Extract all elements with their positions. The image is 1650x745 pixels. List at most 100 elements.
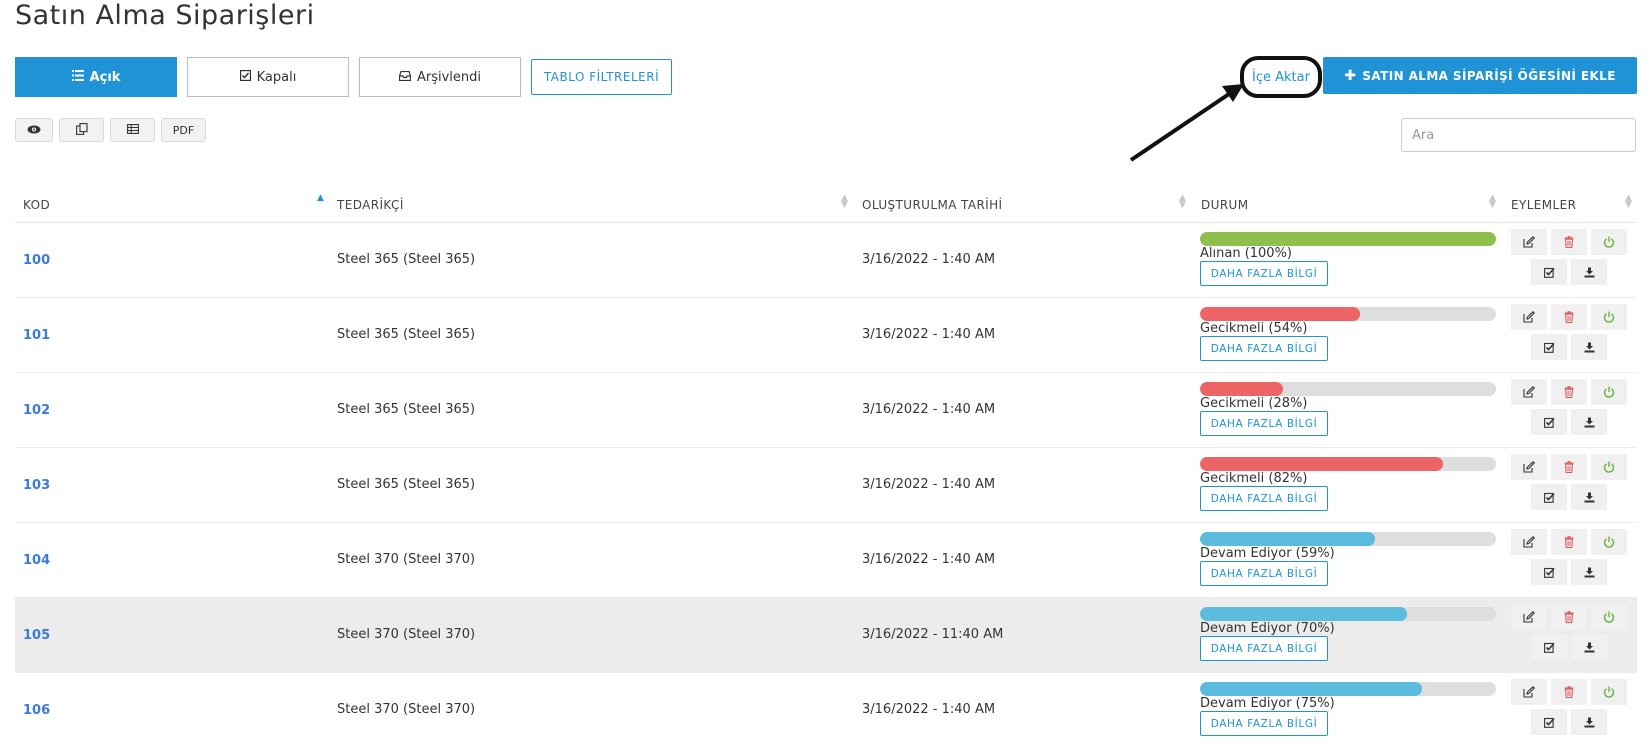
status-text: Devam Ediyor (59%)	[1200, 546, 1335, 561]
created-date-cell: 3/16/2022 - 1:40 AM	[862, 327, 996, 342]
row-actions	[1511, 454, 1637, 512]
supplier-cell: Steel 365 (Steel 365)	[337, 327, 476, 342]
table-row: 105 Steel 370 (Steel 370) 3/16/2022 - 11:4…	[15, 598, 1637, 673]
more-info-button[interactable]: DAHA FAZLA BİLGİ	[1200, 711, 1328, 736]
more-info-button[interactable]: DAHA FAZLA BİLGİ	[1200, 636, 1328, 661]
tab-archived-label: Arşivlendi	[416, 69, 482, 85]
power-icon[interactable]	[1591, 454, 1627, 480]
column-header-supplier[interactable]: TEDARİKÇİ	[337, 198, 404, 212]
check-square-icon[interactable]	[1531, 634, 1567, 660]
order-code-link[interactable]: 104	[23, 553, 50, 568]
status-progress-fill	[1200, 682, 1422, 696]
check-square-icon[interactable]	[1531, 709, 1567, 735]
download-icon[interactable]	[1571, 484, 1607, 510]
more-info-button[interactable]: DAHA FAZLA BİLGİ	[1200, 561, 1328, 586]
edit-icon[interactable]	[1511, 379, 1547, 405]
trash-icon[interactable]	[1551, 229, 1587, 255]
supplier-cell: Steel 365 (Steel 365)	[337, 252, 476, 267]
order-code-link[interactable]: 101	[23, 328, 50, 343]
edit-icon[interactable]	[1511, 679, 1547, 705]
status-text: Devam Ediyor (75%)	[1200, 696, 1335, 711]
table-header: KOD ▲ TEDARİKÇİ ▲ ▼ OLUŞTURULMA TARİHİ ▲ ▼…	[15, 188, 1637, 223]
edit-icon[interactable]	[1511, 454, 1547, 480]
more-info-button[interactable]: DAHA FAZLA BİLGİ	[1200, 411, 1328, 436]
pdf-export-button[interactable]: PDF	[161, 118, 206, 142]
check-square-icon[interactable]	[1531, 259, 1567, 285]
sort-icon[interactable]: ▲ ▼	[1489, 194, 1496, 210]
trash-icon[interactable]	[1551, 304, 1587, 330]
order-code-link[interactable]: 100	[23, 253, 50, 268]
status-progress-bar	[1200, 307, 1496, 321]
status-progress-bar	[1200, 532, 1496, 546]
order-code-link[interactable]: 105	[23, 628, 50, 643]
trash-icon[interactable]	[1551, 454, 1587, 480]
more-info-button[interactable]: DAHA FAZLA BİLGİ	[1200, 336, 1328, 361]
status-text: Alınan (100%)	[1200, 246, 1293, 261]
column-header-actions: EYLEMLER	[1511, 198, 1577, 212]
power-icon[interactable]	[1591, 304, 1627, 330]
add-purchase-order-label: SATIN ALMA SİPARİŞİ ÖĞESİNİ EKLE	[1362, 68, 1616, 83]
tab-open[interactable]: Açık	[15, 57, 177, 97]
sort-icon[interactable]: ▲ ▼	[1625, 194, 1632, 210]
status-text: Gecikmeli (54%)	[1200, 321, 1308, 336]
table-body: 100 Steel 365 (Steel 365) 3/16/2022 - 1:40…	[15, 223, 1637, 745]
search-input[interactable]	[1401, 118, 1636, 152]
sort-asc-icon[interactable]: ▲	[317, 194, 324, 203]
edit-icon[interactable]	[1511, 529, 1547, 555]
more-info-button[interactable]: DAHA FAZLA BİLGİ	[1200, 261, 1328, 286]
tab-closed[interactable]: Kapalı	[187, 57, 349, 97]
column-header-created[interactable]: OLUŞTURULMA TARİHİ	[862, 198, 1002, 212]
trash-icon[interactable]	[1551, 529, 1587, 555]
excel-export-button[interactable]	[110, 118, 155, 142]
status-progress-bar	[1200, 682, 1496, 696]
trash-icon[interactable]	[1551, 604, 1587, 630]
check-square-icon[interactable]	[1531, 559, 1567, 585]
download-icon[interactable]	[1571, 559, 1607, 585]
power-icon[interactable]	[1591, 679, 1627, 705]
power-icon[interactable]	[1591, 529, 1627, 555]
power-icon[interactable]	[1591, 229, 1627, 255]
column-header-status[interactable]: DURUM	[1201, 198, 1249, 212]
column-visibility-button[interactable]	[15, 118, 53, 142]
download-icon[interactable]	[1571, 634, 1607, 660]
more-info-button[interactable]: DAHA FAZLA BİLGİ	[1200, 486, 1328, 511]
row-actions	[1511, 679, 1637, 737]
check-square-icon[interactable]	[1531, 484, 1567, 510]
order-code-link[interactable]: 102	[23, 403, 50, 418]
status-progress-bar	[1200, 382, 1496, 396]
download-icon[interactable]	[1571, 409, 1607, 435]
sort-icon[interactable]: ▲ ▼	[1179, 194, 1186, 210]
tab-archived[interactable]: Arşivlendi	[359, 57, 521, 97]
edit-icon[interactable]	[1511, 304, 1547, 330]
import-button[interactable]: İçe Aktar	[1240, 56, 1322, 98]
status-progress-bar	[1200, 457, 1496, 471]
row-actions	[1511, 229, 1637, 287]
power-icon[interactable]	[1591, 379, 1627, 405]
download-icon[interactable]	[1571, 709, 1607, 735]
status-progress-fill	[1200, 382, 1283, 396]
table-row: 102 Steel 365 (Steel 365) 3/16/2022 - 1:40…	[15, 373, 1637, 448]
edit-icon[interactable]	[1511, 229, 1547, 255]
trash-icon[interactable]	[1551, 679, 1587, 705]
check-square-icon[interactable]	[1531, 334, 1567, 360]
table-row: 100 Steel 365 (Steel 365) 3/16/2022 - 1:40…	[15, 223, 1637, 298]
sort-icon[interactable]: ▲ ▼	[841, 194, 848, 210]
supplier-cell: Steel 365 (Steel 365)	[337, 402, 476, 417]
page-title: Satın Alma Siparişleri	[15, 0, 315, 31]
trash-icon[interactable]	[1551, 379, 1587, 405]
column-header-code[interactable]: KOD	[23, 198, 50, 212]
edit-icon[interactable]	[1511, 604, 1547, 630]
copy-button[interactable]	[59, 118, 104, 142]
download-icon[interactable]	[1571, 259, 1607, 285]
supplier-cell: Steel 365 (Steel 365)	[337, 477, 476, 492]
table-row: 106 Steel 370 (Steel 370) 3/16/2022 - 1:40…	[15, 673, 1637, 745]
power-icon[interactable]	[1591, 604, 1627, 630]
add-purchase-order-button[interactable]: ✚ SATIN ALMA SİPARİŞİ ÖĞESİNİ EKLE	[1323, 57, 1637, 94]
order-code-link[interactable]: 106	[23, 703, 50, 718]
check-square-icon[interactable]	[1531, 409, 1567, 435]
purchase-orders-page: Satın Alma Siparişleri Açık Kapalı Arşiv…	[0, 0, 1650, 745]
check-square-icon	[239, 70, 251, 84]
download-icon[interactable]	[1571, 334, 1607, 360]
order-code-link[interactable]: 103	[23, 478, 50, 493]
table-filters-button[interactable]: TABLO FİLTRELERİ	[531, 59, 672, 95]
